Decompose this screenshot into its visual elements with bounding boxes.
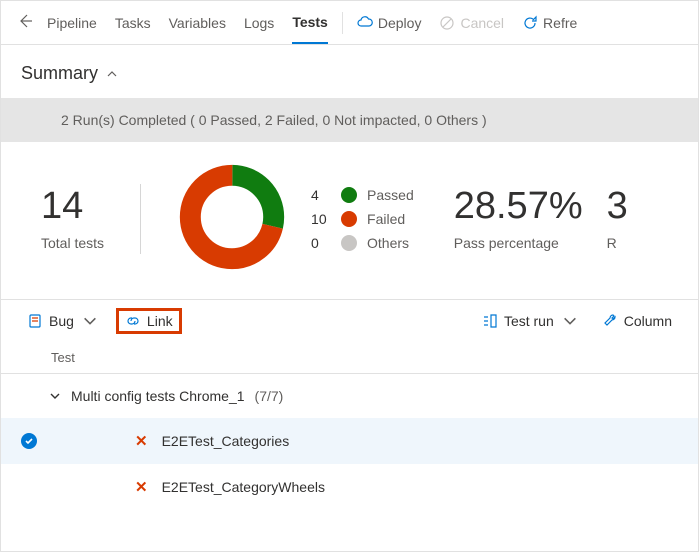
pass-label: Pass percentage xyxy=(454,235,583,251)
refresh-icon xyxy=(522,15,538,31)
total-tests: 14 Total tests xyxy=(41,187,104,251)
fail-icon: ✕ xyxy=(135,478,148,496)
summary-toggle[interactable]: Summary xyxy=(1,45,698,98)
test-group[interactable]: Multi config tests Chrome_1 (7/7) xyxy=(1,374,698,418)
dot-icon xyxy=(341,211,357,227)
group-count: (7/7) xyxy=(255,388,284,404)
extra-metric: 3 R xyxy=(607,187,628,251)
link-icon xyxy=(125,313,141,329)
tab-logs[interactable]: Logs xyxy=(244,1,274,44)
tab-tests[interactable]: Tests xyxy=(292,1,328,44)
cancel-icon xyxy=(439,15,455,31)
link-button[interactable]: Link xyxy=(116,308,182,334)
chevron-down-icon xyxy=(49,390,61,402)
legend-passed: 4 Passed xyxy=(311,187,414,203)
top-nav: Pipeline Tasks Variables Logs Tests Depl… xyxy=(1,1,698,45)
total-number: 14 xyxy=(41,187,104,225)
test-name: E2ETest_CategoryWheels xyxy=(162,479,325,495)
group-icon xyxy=(482,313,498,329)
check-icon xyxy=(21,433,37,449)
pass-number: 28.57% xyxy=(454,187,583,225)
table-header: Test xyxy=(1,342,698,374)
legend-others: 0 Others xyxy=(311,235,414,251)
extra-number: 3 xyxy=(607,187,628,225)
chevron-up-icon xyxy=(106,68,118,80)
refresh-label: Refre xyxy=(543,15,577,31)
deploy-button[interactable]: Deploy xyxy=(357,15,422,31)
back-arrow-icon[interactable] xyxy=(9,13,41,32)
chevron-down-icon xyxy=(82,313,98,329)
bug-button[interactable]: Bug xyxy=(21,309,104,333)
dot-icon xyxy=(341,187,357,203)
cloud-icon xyxy=(357,15,373,31)
column-button[interactable]: Column xyxy=(596,309,678,333)
nav-actions: Deploy Cancel Refre xyxy=(357,15,577,31)
divider xyxy=(342,12,343,34)
status-bar: 2 Run(s) Completed ( 0 Passed, 2 Failed,… xyxy=(1,98,698,142)
metrics-panel: 14 Total tests 4 Passed 10 Failed 0 Othe… xyxy=(1,142,698,299)
test-row[interactable]: ✕ E2ETest_CategoryWheels xyxy=(1,464,698,510)
dot-icon xyxy=(341,235,357,251)
test-row[interactable]: ✕ E2ETest_Categories xyxy=(1,418,698,464)
extra-label: R xyxy=(607,235,628,251)
tab-variables[interactable]: Variables xyxy=(169,1,226,44)
divider xyxy=(140,184,141,254)
chart-legend: 4 Passed 10 Failed 0 Others xyxy=(311,187,414,251)
wrench-icon xyxy=(602,313,618,329)
total-label: Total tests xyxy=(41,235,104,251)
deploy-label: Deploy xyxy=(378,15,422,31)
cancel-button: Cancel xyxy=(439,15,504,31)
pass-percentage: 28.57% Pass percentage xyxy=(454,187,583,251)
test-name: E2ETest_Categories xyxy=(162,433,290,449)
cancel-label: Cancel xyxy=(460,15,504,31)
results-toolbar: Bug Link Test run Column xyxy=(1,299,698,342)
bug-icon xyxy=(27,313,43,329)
donut-chart xyxy=(177,162,287,275)
tab-tasks[interactable]: Tasks xyxy=(115,1,151,44)
nav-tabs: Pipeline Tasks Variables Logs Tests xyxy=(47,1,328,44)
refresh-button[interactable]: Refre xyxy=(522,15,577,31)
tab-pipeline[interactable]: Pipeline xyxy=(47,1,97,44)
legend-failed: 10 Failed xyxy=(311,211,414,227)
group-name: Multi config tests Chrome_1 xyxy=(71,388,245,404)
testrun-button[interactable]: Test run xyxy=(476,309,584,333)
chevron-down-icon xyxy=(562,313,578,329)
fail-icon: ✕ xyxy=(135,432,148,450)
summary-title: Summary xyxy=(21,63,98,84)
